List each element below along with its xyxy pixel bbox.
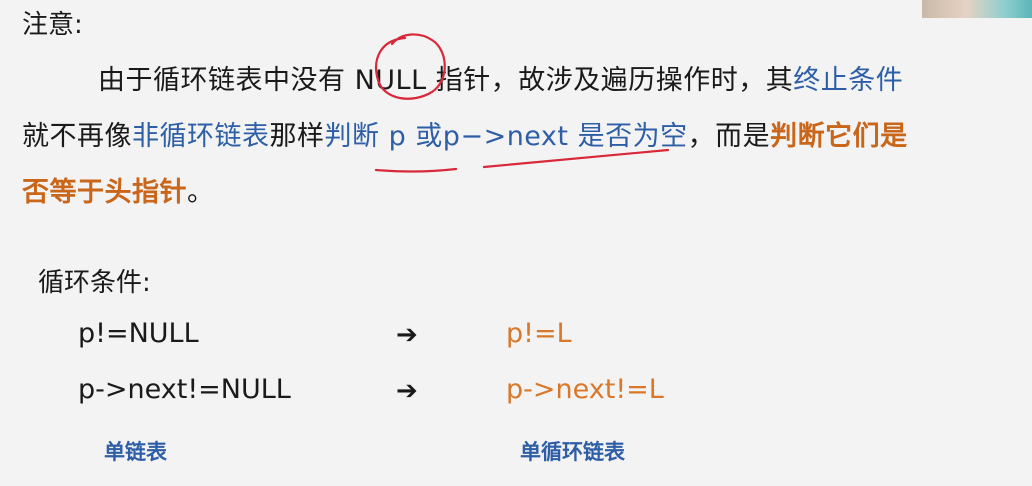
circular-list-condition-1: p!=L xyxy=(506,318,572,349)
line3-period: 。 xyxy=(187,177,215,208)
paragraph-line-1: 由于循环链表中没有 NULL 指针，故涉及遍历操作时，其终止条件 xyxy=(98,58,903,97)
paragraph-line-2: 就不再像非循环链表那样判断 p 或p−>next 是否为空，而是判断它们是 xyxy=(22,114,908,153)
termination-condition-highlight: 终止条件 xyxy=(793,65,904,96)
red-underline-1 xyxy=(374,167,458,173)
line2-text-1: 就不再像 xyxy=(22,121,132,152)
head-pointer-highlight-part2: 否等于头指针 xyxy=(22,177,187,208)
singly-list-condition-2: p->next!=NULL xyxy=(78,374,291,405)
circular-list-condition-2: p->next!=L xyxy=(506,374,664,405)
arrow-right-icon: ➔ xyxy=(396,320,418,350)
note-heading: 注意: xyxy=(22,10,83,40)
arrow-right-icon: ➔ xyxy=(396,376,418,406)
non-circular-list-highlight: 非循环链表 xyxy=(132,121,270,152)
line2-text-3: ，而是 xyxy=(687,121,771,152)
head-pointer-highlight-part1: 判断它们是 xyxy=(770,121,908,152)
presenter-video-thumbnail xyxy=(922,0,1032,18)
line1-text: 由于循环链表中没有 NULL 指针，故涉及遍历操作时，其 xyxy=(98,65,794,96)
paragraph-line-3: 否等于头指针。 xyxy=(22,170,215,209)
circular-linked-list-caption: 单循环链表 xyxy=(520,440,625,464)
singly-list-condition-1: p!=NULL xyxy=(78,318,199,349)
line2-text-2: 那样 xyxy=(269,121,325,152)
loop-conditions-title: 循环条件: xyxy=(38,268,151,298)
singly-linked-list-caption: 单链表 xyxy=(104,440,167,464)
null-check-highlight: 判断 p 或p−>next 是否为空 xyxy=(324,121,688,152)
